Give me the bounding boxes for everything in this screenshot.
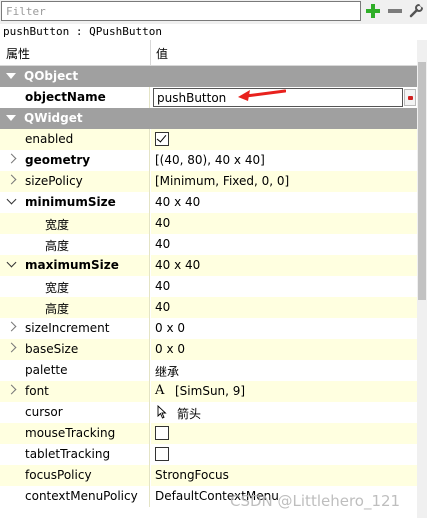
property-rows: QObject objectName pushButton QWidget en… (0, 66, 417, 507)
property-row-geometry[interactable]: geometry [(40, 80), 40 x 40] (0, 150, 417, 171)
collapse-arrow-icon[interactable] (6, 257, 17, 268)
property-label: 高度 (45, 239, 70, 253)
expand-arrow-icon[interactable] (6, 384, 17, 395)
property-row-sizepolicy[interactable]: sizePolicy [Minimum, Fixed, 0, 0] (0, 171, 417, 192)
property-row-maximumsize[interactable]: maximumSize 40 x 40 (0, 255, 417, 276)
property-table-header: 属性 值 (0, 40, 417, 66)
filter-bar (0, 0, 427, 24)
property-value: 40 x 40 (155, 258, 201, 272)
remove-dynamic-property-button[interactable] (386, 2, 404, 20)
property-value: 0 x 0 (155, 342, 185, 356)
scrollbar-thumb[interactable] (418, 62, 426, 300)
group-qobject[interactable]: QObject (0, 66, 417, 87)
group-qwidget[interactable]: QWidget (0, 108, 417, 129)
property-label: palette (25, 363, 68, 377)
property-label: 宽度 (45, 218, 70, 232)
property-value: StrongFocus (155, 468, 229, 482)
property-value: 40 (155, 237, 171, 251)
expand-arrow-icon[interactable] (6, 321, 17, 332)
property-label: sizeIncrement (25, 321, 110, 335)
property-value: [SimSun, 9] (175, 384, 246, 398)
property-label: cursor (25, 405, 63, 419)
property-row-minimumsize-width[interactable]: 宽度 40 (0, 213, 417, 234)
property-value: [(40, 80), 40 x 40] (155, 153, 265, 167)
object-class-label: pushButton : QPushButton (3, 25, 162, 38)
property-label: tabletTracking (25, 447, 111, 461)
property-value: 40 (155, 300, 171, 314)
property-value: 40 x 40 (155, 195, 201, 209)
property-value: 继承 (155, 365, 180, 379)
property-label: mouseTracking (25, 426, 116, 440)
property-row-minimumsize-height[interactable]: 高度 40 (0, 234, 417, 255)
property-row-enabled[interactable]: enabled (0, 129, 417, 150)
property-row-palette[interactable]: palette 继承 (0, 360, 417, 381)
filter-input[interactable] (1, 1, 361, 21)
watermark: CSDN @Littlehero_121 (230, 492, 401, 510)
property-label: focusPolicy (25, 468, 92, 482)
property-label: 高度 (45, 302, 70, 316)
property-label: minimumSize (25, 195, 116, 209)
property-label: sizePolicy (25, 174, 83, 188)
property-row-mousetracking[interactable]: mouseTracking (0, 423, 417, 444)
reset-property-button[interactable] (404, 89, 416, 106)
enabled-checkbox[interactable] (155, 132, 169, 146)
property-label: 宽度 (45, 281, 70, 295)
property-row-basesize[interactable]: baseSize 0 x 0 (0, 339, 417, 360)
property-row-objectname[interactable]: objectName pushButton (0, 87, 417, 108)
plus-icon (364, 2, 382, 20)
collapse-arrow-icon (6, 73, 16, 79)
property-column-header[interactable]: 属性 (6, 45, 30, 62)
property-value: 0 x 0 (155, 321, 185, 335)
tablettracking-checkbox[interactable] (155, 447, 169, 461)
font-icon: A (155, 383, 165, 398)
expand-arrow-icon[interactable] (6, 342, 17, 353)
property-row-maximumsize-width[interactable]: 宽度 40 (0, 276, 417, 297)
mousetracking-checkbox[interactable] (155, 426, 169, 440)
reset-icon (408, 96, 413, 100)
property-row-font[interactable]: font A [SimSun, 9] (0, 381, 417, 402)
property-row-sizeincrement[interactable]: sizeIncrement 0 x 0 (0, 318, 417, 339)
property-label: enabled (25, 132, 74, 146)
property-value: 40 (155, 216, 171, 230)
expand-arrow-icon[interactable] (6, 153, 17, 164)
configure-button[interactable] (407, 2, 425, 20)
collapse-arrow-icon (6, 115, 16, 121)
property-row-maximumsize-height[interactable]: 高度 40 (0, 297, 417, 318)
property-value: [Minimum, Fixed, 0, 0] (155, 174, 290, 188)
add-dynamic-property-button[interactable] (364, 2, 382, 20)
property-value: 40 (155, 279, 171, 293)
property-row-focuspolicy[interactable]: focusPolicy StrongFocus (0, 465, 417, 486)
checkmark-icon (156, 132, 167, 143)
wrench-icon (409, 3, 424, 18)
annotation-arrow-icon (238, 89, 286, 101)
vertical-scrollbar[interactable] (417, 40, 427, 518)
property-label: font (25, 384, 49, 398)
collapse-arrow-icon[interactable] (6, 194, 17, 205)
value-column-header[interactable]: 值 (156, 45, 168, 62)
property-row-tablettracking[interactable]: tabletTracking (0, 444, 417, 465)
property-value: 箭头 (177, 407, 202, 421)
property-label: maximumSize (25, 258, 119, 272)
expand-arrow-icon[interactable] (6, 174, 17, 185)
property-row-minimumsize[interactable]: minimumSize 40 x 40 (0, 192, 417, 213)
property-label: objectName (25, 90, 106, 104)
property-label: geometry (25, 153, 91, 167)
minus-icon (386, 2, 404, 20)
arrow-cursor-icon (157, 405, 167, 419)
property-label: baseSize (25, 342, 79, 356)
property-row-cursor[interactable]: cursor 箭头 (0, 402, 417, 423)
property-label: contextMenuPolicy (25, 489, 138, 503)
